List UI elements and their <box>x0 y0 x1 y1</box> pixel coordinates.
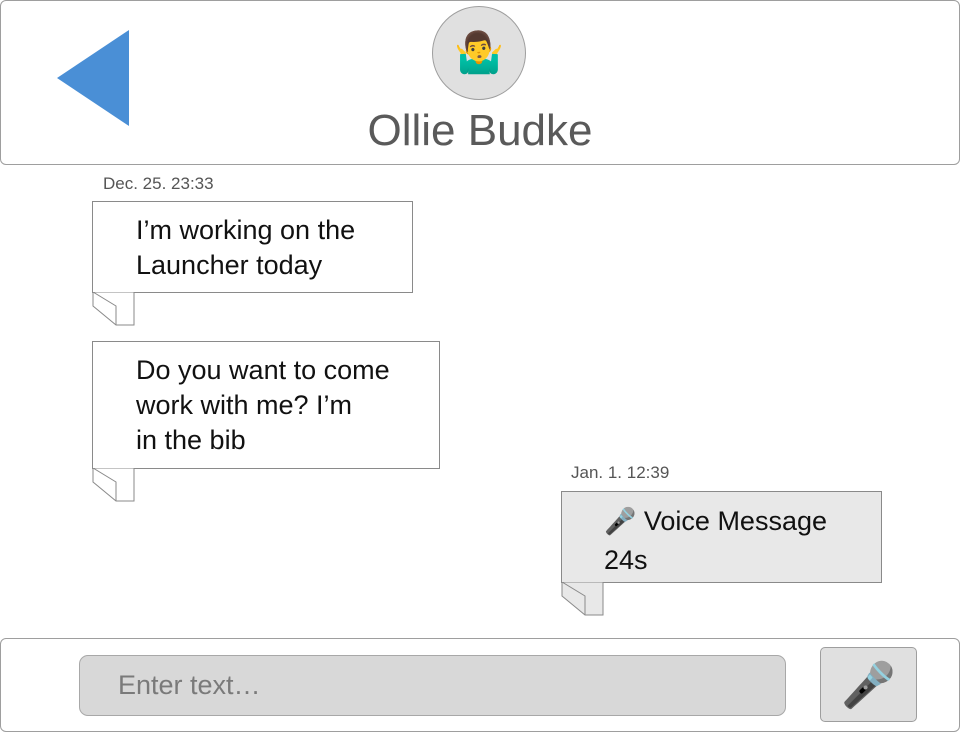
avatar[interactable]: 🤷‍♂️ <box>432 6 526 100</box>
message-text-line: in the bib <box>136 425 246 455</box>
microphone-icon: 🎤 <box>604 507 637 537</box>
incoming-message-bubble[interactable]: I’m working on the Launcher today <box>92 201 413 293</box>
bubble-tail <box>92 292 135 326</box>
incoming-message-bubble[interactable]: Do you want to come work with me? I’m in… <box>92 341 440 469</box>
message-text-line: I’m working on the <box>136 215 356 245</box>
voice-message-duration: 24s <box>604 545 648 575</box>
chat-header: 🤷‍♂️ Ollie Budke <box>0 0 960 165</box>
message-timestamp: Dec. 25. 23:33 <box>103 174 214 193</box>
message-text-line: Launcher today <box>136 250 323 280</box>
record-voice-button[interactable]: 🎤 <box>820 647 917 722</box>
contact-name: Ollie Budke <box>367 106 593 155</box>
voice-message-title: 🎤 Voice Message <box>604 502 881 541</box>
message-text-line: Do you want to come <box>136 355 390 385</box>
message-timestamp: Jan. 1. 12:39 <box>571 463 670 482</box>
bubble-tail <box>561 582 604 616</box>
composer-bar: 🎤 <box>0 638 960 732</box>
microphone-icon: 🎤 <box>841 659 896 711</box>
bubble-tail <box>92 468 135 502</box>
voice-message-label: Voice Message <box>643 506 827 536</box>
message-text-line: work with me? I’m <box>136 390 353 420</box>
message-input[interactable] <box>79 655 786 716</box>
voice-message-bubble[interactable]: 🎤 Voice Message 24s <box>561 491 882 583</box>
